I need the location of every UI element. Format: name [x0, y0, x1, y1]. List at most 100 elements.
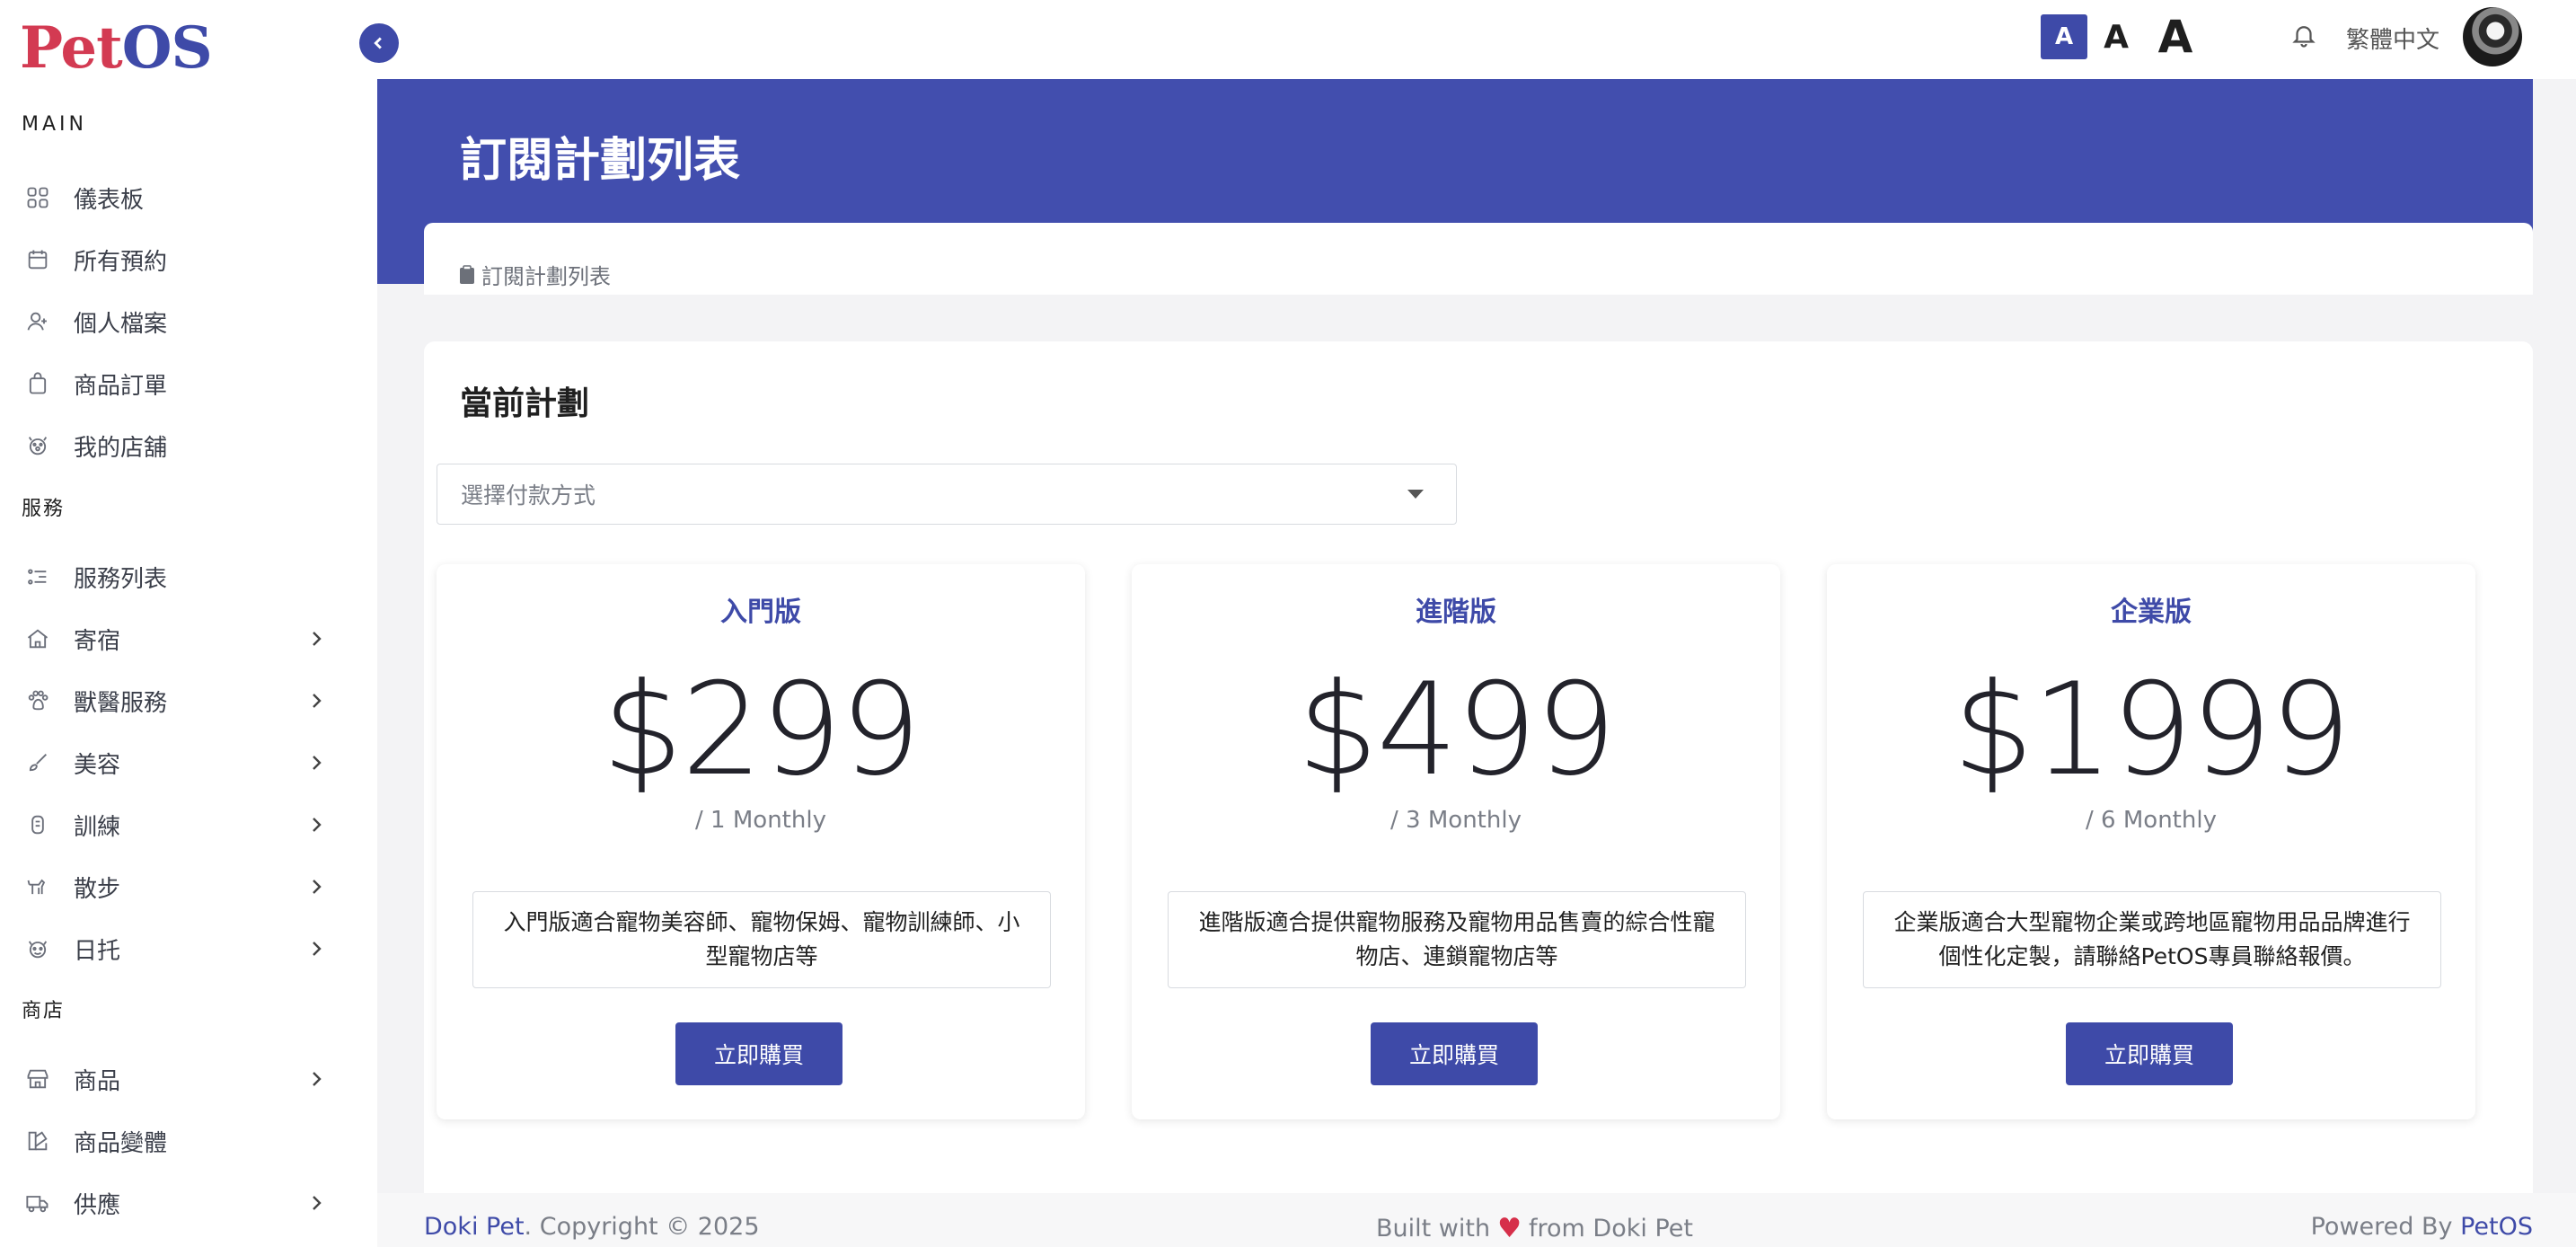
sidebar-item-training[interactable]: 訓練 [22, 800, 327, 850]
app-root: PetOS MAIN 儀表板 所有預約 個人檔案 商品訂單 我的店舖 服務 服務… [0, 0, 2576, 1247]
font-size-medium-button[interactable]: A [2098, 14, 2134, 59]
calendar-icon [22, 243, 54, 276]
sidebar-item-label: 商品 [74, 1067, 121, 1095]
sidebar-item-label: 供應 [74, 1191, 121, 1219]
sidebar-item-dashboard[interactable]: 儀表板 [22, 172, 327, 223]
sidebar-item-label: 商品變體 [74, 1129, 168, 1157]
breadcrumb: 訂閱計劃列表 [458, 259, 611, 290]
payment-method-select[interactable]: 選擇付款方式 [437, 464, 1457, 525]
notifications-bell-icon[interactable] [2290, 22, 2321, 52]
sidebar-item-grooming[interactable]: 美容 [22, 738, 327, 788]
sidebar-item-orders[interactable]: 商品訂單 [22, 358, 327, 409]
nav-section-services: 服務 [22, 498, 66, 520]
sidebar-item-label: 商品訂單 [74, 372, 168, 400]
sidebar-item-label: 獸醫服務 [74, 689, 168, 717]
chevron-right-icon [305, 690, 327, 712]
sidebar-item-supply[interactable]: 供應 [22, 1178, 327, 1228]
sidebar-item-my-store[interactable]: 我的店舖 [22, 420, 327, 471]
buy-now-button[interactable]: 立即購買 [1371, 1022, 1538, 1085]
brush-icon [22, 747, 54, 779]
training-icon [22, 809, 54, 841]
breadcrumb-card: 訂閱計劃列表 [424, 223, 2533, 295]
plan-name: 進階版 [1416, 597, 1496, 628]
payment-method-placeholder: 選擇付款方式 [461, 482, 596, 509]
built-from-text: from Doki Pet [1529, 1215, 1693, 1243]
logo-os: OS [121, 14, 213, 82]
sidebar-item-label: 日托 [74, 937, 121, 965]
breadcrumb-current[interactable]: 訂閱計劃列表 [481, 259, 611, 290]
sidebar-item-appointments[interactable]: 所有預約 [22, 234, 327, 285]
sidebar-collapse-button[interactable] [359, 23, 399, 63]
footer-built-with: Built with ♥ from Doki Pet [1376, 1213, 1693, 1244]
plan-name: 入門版 [720, 597, 801, 628]
plan-price: $299 [602, 656, 921, 804]
plan-period: / 6 Monthly [2086, 807, 2217, 834]
section-title: 當前計劃 [460, 385, 590, 422]
sidebar-item-label: 訓練 [74, 813, 121, 841]
plan-description: 入門版適合寵物美容師、寵物保姆、寵物訓練師、小型寵物店等 [472, 891, 1051, 988]
chevron-right-icon [305, 752, 327, 774]
shopping-bag-icon [22, 367, 54, 400]
sidebar-item-label: 服務列表 [74, 565, 168, 593]
page-title: 訂閱計劃列表 [460, 134, 741, 188]
chevron-right-icon [305, 1192, 327, 1214]
plan-card-advanced: 進階版 $499 / 3 Monthly 進階版適合提供寵物服務及寵物用品售賣的… [1132, 564, 1780, 1119]
sidebar-item-vet[interactable]: 獸醫服務 [22, 676, 327, 726]
list-icon [22, 561, 54, 593]
plans-card: 當前計劃 選擇付款方式 入門版 $299 / 1 Monthly 入門版適合寵物… [424, 341, 2533, 1204]
sidebar-item-label: 散步 [74, 875, 121, 903]
house-icon [22, 623, 54, 655]
plan-price: $1999 [1953, 656, 2351, 804]
petos-logo[interactable]: PetOS [20, 13, 213, 84]
clipboard-icon [460, 264, 474, 284]
heart-icon: ♥ [1497, 1213, 1522, 1244]
chevron-left-icon [374, 37, 382, 49]
language-selector[interactable]: 繁體中文 [2346, 22, 2439, 55]
powered-by-link[interactable]: PetOS [2460, 1213, 2533, 1241]
logo-text: PetOS [20, 20, 213, 77]
font-size-large-button[interactable]: A [2150, 11, 2201, 63]
footer-brand-link[interactable]: Doki Pet [424, 1213, 525, 1241]
sidebar-item-label: 個人檔案 [74, 310, 168, 338]
paw-icon [22, 685, 54, 717]
plan-name: 企業版 [2111, 597, 2192, 628]
variants-icon [22, 1125, 54, 1157]
sidebar-item-boarding[interactable]: 寄宿 [22, 614, 327, 664]
chevron-right-icon [305, 628, 327, 650]
nav-section-main: MAIN [22, 113, 87, 136]
plan-description: 進階版適合提供寵物服務及寵物用品售賣的綜合性寵物店、連鎖寵物店等 [1168, 891, 1746, 988]
store-paw-icon [22, 429, 54, 462]
topbar [377, 0, 2576, 79]
footer: Doki Pet. Copyright © 2025 Built with ♥ … [377, 1193, 2576, 1247]
dog-walk-icon [22, 871, 54, 903]
sidebar-item-daycare[interactable]: 日托 [22, 924, 327, 974]
shop-icon [22, 1063, 54, 1095]
sidebar-item-products[interactable]: 商品 [22, 1054, 327, 1104]
sidebar-item-service-list[interactable]: 服務列表 [22, 552, 327, 602]
plan-card-starter: 入門版 $299 / 1 Monthly 入門版適合寵物美容師、寵物保姆、寵物訓… [437, 564, 1085, 1119]
dashboard-icon [22, 181, 54, 214]
chevron-right-icon [305, 938, 327, 960]
plan-card-enterprise: 企業版 $1999 / 6 Monthly 企業版適合大型寵物企業或跨地區寵物用… [1827, 564, 2475, 1119]
buy-now-button[interactable]: 立即購買 [675, 1022, 842, 1085]
sidebar-item-label: 美容 [74, 751, 121, 779]
buy-now-button[interactable]: 立即購買 [2066, 1022, 2233, 1085]
nav-section-shop: 商店 [22, 1000, 66, 1022]
sidebar-item-variants[interactable]: 商品變體 [22, 1116, 327, 1166]
caret-down-icon [1407, 490, 1424, 499]
built-with-text: Built with [1376, 1215, 1491, 1243]
chevron-right-icon [305, 1068, 327, 1090]
footer-powered-by: Powered By PetOS [2311, 1213, 2533, 1241]
sidebar-item-profile[interactable]: 個人檔案 [22, 296, 327, 347]
sidebar: PetOS MAIN 儀表板 所有預約 個人檔案 商品訂單 我的店舖 服務 服務… [0, 0, 377, 1247]
plan-price: $499 [1297, 656, 1616, 804]
powered-by-text: Powered By [2310, 1213, 2461, 1241]
footer-copyright-text: . Copyright © 2025 [524, 1213, 760, 1241]
chevron-right-icon [305, 876, 327, 898]
user-icon [22, 305, 54, 338]
avatar[interactable] [2463, 7, 2522, 66]
plan-description: 企業版適合大型寵物企業或跨地區寵物用品品牌進行個性化定製，請聯絡PetOS專員聯… [1863, 891, 2441, 988]
font-size-small-button[interactable]: A [2041, 14, 2087, 59]
sidebar-item-walking[interactable]: 散步 [22, 862, 327, 912]
sidebar-item-label: 儀表板 [74, 186, 145, 214]
